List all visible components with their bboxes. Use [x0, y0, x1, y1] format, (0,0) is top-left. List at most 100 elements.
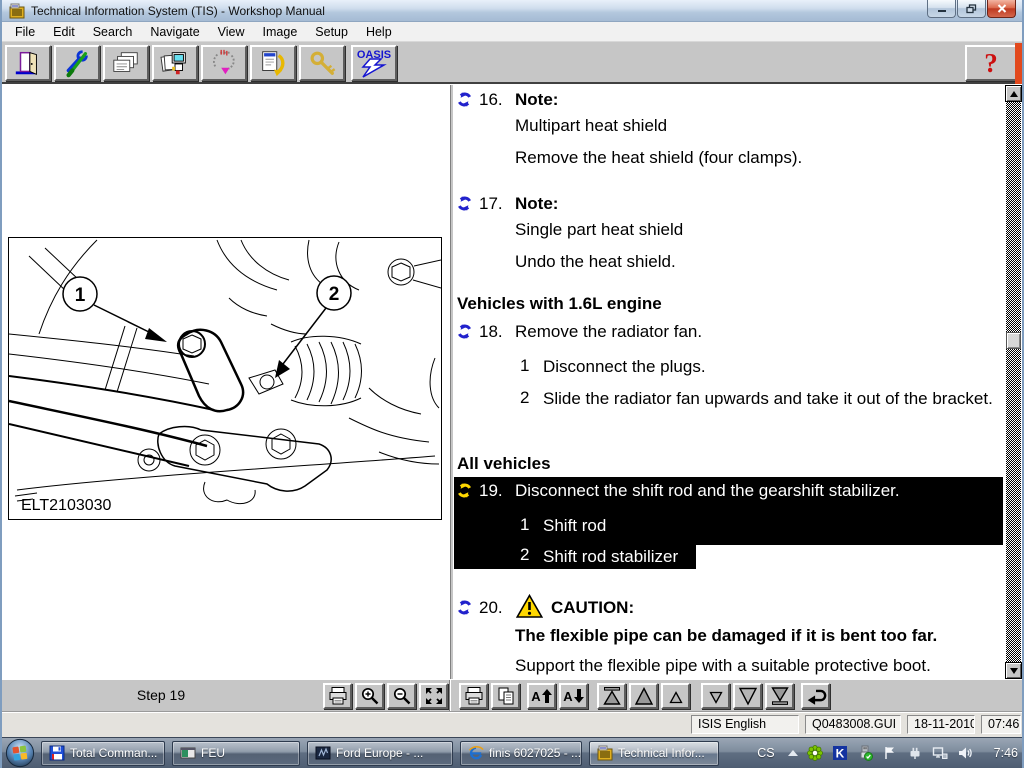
zoom-out-button[interactable] — [387, 683, 416, 709]
next-step-button[interactable] — [701, 683, 730, 709]
tis-window: Technical Information System (TIS) - Wor… — [0, 0, 1024, 768]
menu-navigate[interactable]: Navigate — [141, 23, 208, 41]
oasis-button[interactable]: OASIS — [351, 45, 397, 81]
step-cycle-icon — [457, 92, 472, 107]
callout-1: 1 — [75, 285, 86, 306]
copy-button[interactable] — [491, 683, 520, 709]
scrollbar-thumb[interactable] — [1006, 332, 1021, 349]
step-18-sub2: 2 Slide the radiator fan upwards and tak… — [454, 387, 1009, 433]
font-letter: A — [531, 689, 540, 704]
start-button[interactable] — [5, 738, 35, 768]
index-cards-button[interactable] — [103, 45, 149, 81]
prev-step-icon — [666, 686, 686, 706]
language-indicator[interactable]: CS — [753, 746, 778, 760]
ford-app-icon — [315, 745, 331, 761]
status-language: ISIS English — [691, 715, 799, 734]
action-center-flag-icon[interactable] — [882, 745, 898, 761]
step-text: Remove the radiator fan. — [515, 321, 702, 343]
internet-explorer-icon — [468, 745, 484, 761]
vertical-scrollbar[interactable] — [1005, 85, 1022, 679]
zoom-in-button[interactable] — [355, 683, 384, 709]
window-title: Technical Information System (TIS) - Wor… — [31, 4, 325, 18]
taskbar-item-ford-europe[interactable]: Ford Europe - ... — [307, 741, 453, 766]
back-button[interactable] — [801, 683, 830, 709]
usb-safely-remove-icon[interactable] — [857, 745, 873, 761]
scroll-down-button[interactable] — [1005, 662, 1022, 679]
tis-app-icon — [597, 745, 613, 761]
print-pages-icon — [160, 48, 190, 78]
substep-text: Slide the radiator fan upwards and take … — [543, 387, 995, 410]
arrow-up-icon — [542, 688, 552, 704]
key-icon — [307, 48, 337, 78]
k-app-icon[interactable]: K — [832, 745, 848, 761]
font-larger-button[interactable]: A — [527, 683, 556, 709]
cycle-button[interactable] — [201, 45, 247, 81]
step-text: Disconnect the shift rod and the gearshi… — [515, 480, 900, 502]
step-19-row: 19. Disconnect the shift rod and the gea… — [454, 480, 1003, 502]
menu-image[interactable]: Image — [254, 23, 307, 41]
power-plug-icon[interactable] — [907, 745, 923, 761]
next-step-icon — [706, 686, 726, 706]
substep-text: Shift rod stabilizer — [543, 545, 678, 568]
show-hidden-icons-button[interactable] — [788, 750, 798, 756]
step-title: Note: — [515, 193, 558, 215]
key-button[interactable] — [299, 45, 345, 81]
svg-text:K: K — [835, 747, 844, 761]
menu-search[interactable]: Search — [84, 23, 142, 41]
scroll-up-icon — [1010, 91, 1018, 97]
menu-view[interactable]: View — [209, 23, 254, 41]
restore-button[interactable] — [957, 0, 986, 18]
heading-16l-engine: Vehicles with 1.6L engine — [457, 293, 662, 315]
heading-all-vehicles: All vehicles — [457, 453, 551, 475]
network-icon[interactable] — [932, 745, 948, 761]
scrollbar-track[interactable] — [1006, 102, 1021, 662]
bottombar-divider — [449, 680, 451, 712]
font-smaller-button[interactable]: A — [559, 683, 588, 709]
next-section-button[interactable] — [733, 683, 762, 709]
fit-screen-icon — [424, 686, 444, 706]
arrow-down-icon — [574, 688, 584, 704]
menu-setup[interactable]: Setup — [306, 23, 357, 41]
fit-screen-button[interactable] — [419, 683, 448, 709]
substep-text: Disconnect the plugs. — [543, 355, 706, 378]
menu-help[interactable]: Help — [357, 23, 401, 41]
oasis-icon: OASIS — [354, 47, 394, 79]
step-20-row: 20. CAUTION: — [454, 597, 1009, 619]
menu-edit[interactable]: Edit — [44, 23, 84, 41]
print-pages-button[interactable] — [152, 45, 198, 81]
print-image-button[interactable] — [323, 683, 352, 709]
taskbar-clock[interactable]: 7:46 — [994, 746, 1018, 760]
exit-button[interactable] — [5, 45, 51, 81]
step-16-line1: Multipart heat shield — [515, 115, 667, 137]
status-time: 07:46 — [981, 715, 1021, 734]
first-step-icon — [602, 686, 622, 706]
step-number: 16. — [479, 89, 503, 111]
help-button[interactable]: ? — [965, 45, 1017, 81]
close-button[interactable] — [987, 0, 1016, 18]
document-refresh-button[interactable] — [250, 45, 296, 81]
tools-icon — [62, 48, 92, 78]
taskbar-item-total-commander[interactable]: Total Comman... — [41, 741, 165, 766]
step-20-bold-line: The flexible pipe can be damaged if it i… — [515, 625, 937, 647]
print-icon — [328, 686, 348, 706]
print-text-button[interactable] — [459, 683, 488, 709]
prev-step-button[interactable] — [661, 683, 690, 709]
last-step-button[interactable] — [765, 683, 794, 709]
main-toolbar: OASIS ? — [2, 42, 1022, 84]
minimize-button[interactable] — [927, 0, 956, 18]
first-step-button[interactable] — [597, 683, 626, 709]
icq-icon[interactable] — [807, 745, 823, 761]
scroll-up-button[interactable] — [1005, 85, 1022, 102]
tools-button[interactable] — [54, 45, 100, 81]
taskbar-item-feu[interactable]: FEU — [172, 741, 300, 766]
taskbar-item-tis[interactable]: Technical Infor... — [589, 741, 719, 766]
taskbar-item-finis[interactable]: finis 6027025 - ... — [460, 741, 582, 766]
menu-file[interactable]: File — [6, 23, 44, 41]
step-16-line2: Remove the heat shield (four clamps). — [515, 147, 802, 169]
last-step-icon — [770, 686, 790, 706]
volume-icon[interactable] — [957, 745, 973, 761]
prev-section-button[interactable] — [629, 683, 658, 709]
illustration-pane: 1 2 ELT2103030 — [2, 85, 450, 679]
step-16-row: 16. Note: — [454, 89, 1009, 111]
status-bar: ISIS English Q0483008.GUI 18-11-2010 07:… — [2, 711, 1022, 737]
